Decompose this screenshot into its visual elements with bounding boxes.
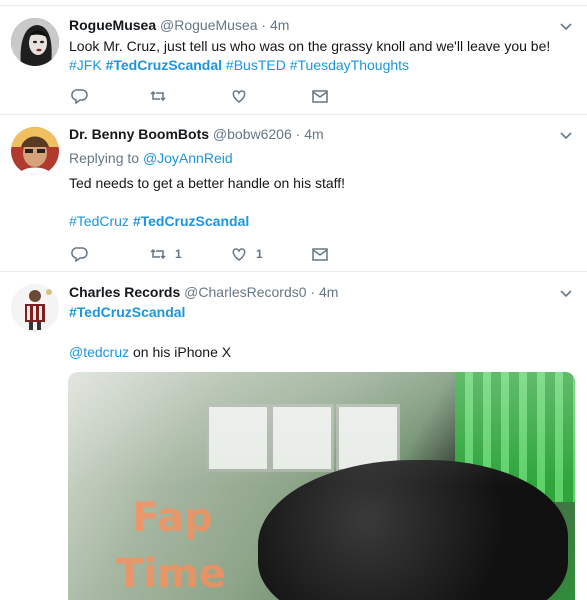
retweet-icon xyxy=(150,248,166,260)
reply-icon xyxy=(71,247,88,263)
retweet-icon xyxy=(150,90,166,102)
chevron-down-icon[interactable] xyxy=(559,129,573,143)
media-caption-text: Fap xyxy=(132,495,213,541)
like-count: 1 xyxy=(256,247,263,261)
hashtag-link[interactable]: #TuesdayThoughts xyxy=(290,57,409,73)
like-button[interactable]: 1 xyxy=(230,244,263,264)
hashtag-line: #JFK #TedCruzScandal #BusTED #TuesdayTho… xyxy=(69,55,409,75)
hashtag-line: #TedCruz #TedCruzScandal xyxy=(69,211,249,231)
tweet-1[interactable]: RogueMusea @RogueMusea · 4m Look Mr. Cru… xyxy=(0,6,587,115)
tweet-body: Look Mr. Cruz, just tell us who was on t… xyxy=(69,38,551,54)
tweet-media-gif[interactable]: Fap Time xyxy=(68,372,575,600)
hashtag-link[interactable]: #BusTED xyxy=(226,57,286,73)
retweet-count: 1 xyxy=(175,247,182,261)
chevron-down-icon[interactable] xyxy=(559,20,573,34)
like-button[interactable] xyxy=(230,86,248,106)
tweet-header: RogueMusea @RogueMusea · 4m xyxy=(69,16,289,34)
tweet-body: Ted needs to get a better handle on his … xyxy=(69,175,346,191)
separator-dot: · xyxy=(295,126,301,142)
reply-button[interactable] xyxy=(71,86,89,106)
reply-button[interactable] xyxy=(71,244,89,264)
timestamp[interactable]: 4m xyxy=(270,17,289,33)
avatar[interactable] xyxy=(11,127,59,175)
display-name[interactable]: RogueMusea xyxy=(69,17,156,33)
hashtag-link[interactable]: #TedCruzScandal xyxy=(69,304,185,320)
separator-dot: · xyxy=(310,284,316,300)
hashtag-link[interactable]: #TedCruzScandal xyxy=(106,57,222,73)
tweet-header: Charles Records @CharlesRecords0 · 4m xyxy=(69,283,338,301)
avatar[interactable] xyxy=(11,18,59,66)
tweet-text: Look Mr. Cruz, just tell us who was on t… xyxy=(69,36,550,56)
timestamp[interactable]: 4m xyxy=(319,284,338,300)
replying-to-line: Replying to @JoyAnnReid xyxy=(69,148,233,168)
handle[interactable]: @bobw6206 xyxy=(213,126,292,142)
tweet-text: @tedcruz on his iPhone X xyxy=(69,342,231,362)
heart-icon xyxy=(232,248,246,261)
tweet-actions: 1 1 xyxy=(69,244,489,264)
envelope-icon xyxy=(312,90,328,103)
tweet-body: on his iPhone X xyxy=(133,344,232,360)
tweet-2[interactable]: Dr. Benny BoomBots @bobw6206 · 4m Replyi… xyxy=(0,115,587,272)
hashtag-link[interactable]: #TedCruz xyxy=(69,213,129,229)
tweet-actions xyxy=(69,86,489,106)
handle[interactable]: @CharlesRecords0 xyxy=(184,284,306,300)
media-caption-text: Time xyxy=(116,551,226,597)
timestamp[interactable]: 4m xyxy=(304,126,323,142)
avatar-accordion-icon xyxy=(11,284,59,332)
envelope-icon xyxy=(312,248,328,261)
handle[interactable]: @RogueMusea xyxy=(160,17,258,33)
chevron-down-icon[interactable] xyxy=(559,287,573,301)
display-name[interactable]: Dr. Benny BoomBots xyxy=(69,126,209,142)
mention-link[interactable]: @JoyAnnReid xyxy=(143,150,233,166)
dm-button[interactable] xyxy=(311,86,329,106)
retweet-button[interactable]: 1 xyxy=(149,244,182,264)
separator-dot: · xyxy=(261,17,267,33)
retweet-button[interactable] xyxy=(149,86,167,106)
display-name[interactable]: Charles Records xyxy=(69,284,180,300)
tweet-text: Ted needs to get a better handle on his … xyxy=(69,173,345,193)
avatar[interactable] xyxy=(11,284,59,332)
reply-icon xyxy=(71,89,88,105)
mention-link[interactable]: @tedcruz xyxy=(69,344,129,360)
hashtag-link[interactable]: #TedCruzScandal xyxy=(133,213,249,229)
avatar-man-icon xyxy=(11,127,59,175)
hashtag-line: #TedCruzScandal xyxy=(69,302,185,322)
hashtag-link[interactable]: #JFK xyxy=(69,57,102,73)
replying-to-label: Replying to xyxy=(69,150,140,166)
dm-button[interactable] xyxy=(311,244,329,264)
heart-icon xyxy=(232,90,246,103)
avatar-woman-icon xyxy=(11,18,59,66)
tweet-header: Dr. Benny BoomBots @bobw6206 · 4m xyxy=(69,125,324,143)
